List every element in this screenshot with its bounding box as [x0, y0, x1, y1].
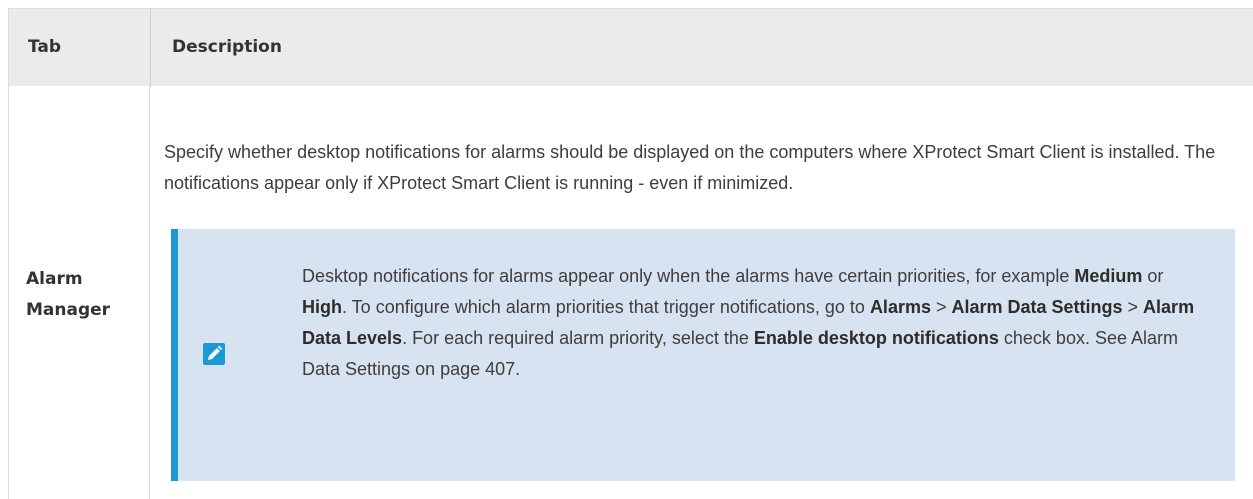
note-bold-high: High	[302, 297, 342, 317]
header-description: Description	[172, 37, 282, 57]
note-segment: . To configure which alarm priorities th…	[342, 297, 870, 317]
header-divider	[150, 9, 151, 87]
note-segment: Desktop notifications for alarms appear …	[302, 266, 1075, 286]
table-header: Tab Description	[8, 8, 1253, 87]
note-bold-alarms: Alarms	[869, 297, 931, 317]
header-tab: Tab	[28, 37, 62, 57]
note-segment: or	[1142, 266, 1164, 286]
tab-name-line1: Alarm	[26, 269, 83, 289]
description-paragraph: Specify whether desktop notifications fo…	[164, 142, 1216, 193]
note-segment: . For each required alarm priority, sele…	[402, 328, 754, 348]
row-border	[8, 86, 9, 499]
note-bold-enable-desktop-notifications: Enable desktop notifications	[753, 328, 999, 348]
note-box: Desktop notifications for alarms appear …	[171, 229, 1235, 481]
column-divider	[149, 86, 150, 499]
tab-name-line2: Manager	[26, 300, 111, 320]
note-segment: >	[930, 297, 952, 317]
tab-name-cell: Alarm Manager	[26, 264, 141, 326]
note-text: Desktop notifications for alarms appear …	[302, 261, 1212, 385]
note-bold-alarm-data-settings: Alarm Data Settings	[951, 297, 1123, 317]
description-text: Specify whether desktop notifications fo…	[164, 137, 1234, 199]
pencil-icon	[203, 343, 225, 365]
note-segment: >	[1122, 297, 1144, 317]
note-bold-medium: Medium	[1074, 266, 1143, 286]
